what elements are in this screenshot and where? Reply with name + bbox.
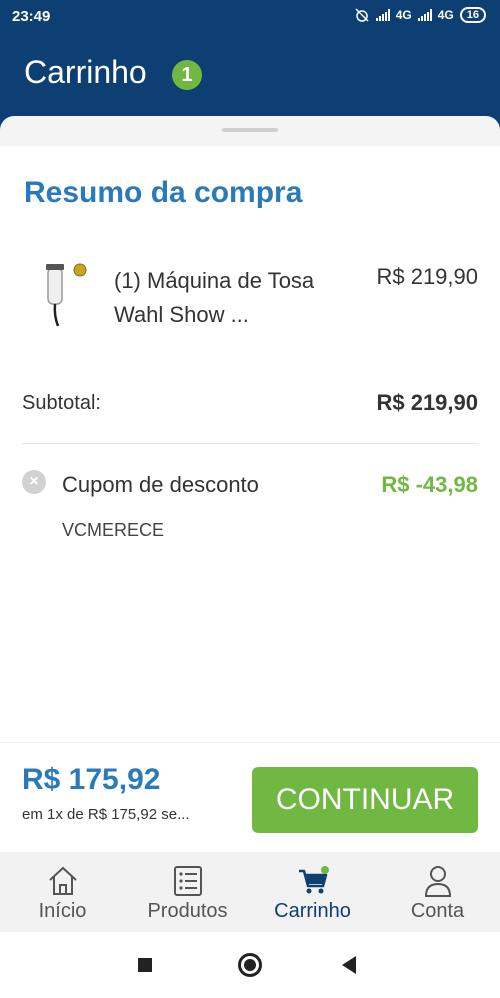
system-nav-bar [0,932,500,998]
drag-handle[interactable] [222,128,278,132]
battery-icon: 16 [459,7,486,23]
nav-item-inicio[interactable]: Início [0,852,125,932]
nav-label-carrinho: Carrinho [274,900,351,922]
remove-coupon-icon[interactable]: × [22,470,46,494]
nav-label-produtos: Produtos [147,900,228,922]
cart-icon [298,866,329,894]
cart-count-badge: 1 [172,60,202,90]
home-button-icon[interactable] [238,953,262,977]
bottom-nav: Início Produtos Carrinho Conta [0,852,500,932]
recents-icon[interactable] [138,958,152,972]
nav-item-conta[interactable]: Conta [375,852,500,932]
product-price: R$ 219,90 [376,264,478,289]
app-bar: Carrinho 1 [0,34,500,112]
network-label-1: 4G [395,8,412,22]
nav-item-produtos[interactable]: Produtos [125,852,250,932]
signal-icon [375,9,390,21]
coupon-label: Cupom de desconto [62,472,259,497]
sheet-header [0,112,500,156]
subtotal-row: Subtotal: R$ 219,90 [22,386,478,426]
status-bar: 23:49 4G 4G 16 [0,0,500,34]
coupon-discount-value: R$ -43,98 [381,472,478,497]
nav-item-carrinho[interactable]: Carrinho [250,852,375,932]
product-image [46,263,87,327]
page-title: Carrinho [24,54,147,90]
coupon-code: VCMERECE [62,520,165,540]
back-icon[interactable] [342,956,356,974]
home-icon [48,866,77,895]
product-name: (1) Máquina de Tosa Wahl Show ... [114,268,315,327]
installments-text: em 1x de R$ 175,92 se... [22,806,190,823]
nav-label-inicio: Início [38,900,87,922]
continue-button[interactable]: CONTINUAR [252,767,478,833]
user-icon [424,866,451,897]
coupon-row: × Cupom de desconto R$ -43,98 VCMERECE [22,466,478,546]
alarm-off-icon [355,8,369,22]
subtotal-label: Subtotal: [22,392,101,414]
divider [22,443,478,444]
purchase-summary: Resumo da compra (1) Máquina de Tosa Wah… [0,146,500,742]
signal-icon [417,9,432,21]
status-time: 23:49 [12,8,51,25]
list-icon [173,866,202,896]
total-value: R$ 175,92 [22,763,161,796]
checkout-footer: R$ 175,92 em 1x de R$ 175,92 se... CONTI… [0,742,500,852]
summary-title: Resumo da compra [24,176,303,209]
subtotal-value: R$ 219,90 [376,390,478,415]
cart-item[interactable]: (1) Máquina de Tosa Wahl Show ... R$ 219… [0,256,500,346]
nav-label-conta: Conta [410,900,465,922]
status-icons: 4G 4G 16 [354,7,486,23]
network-label-2: 4G [437,8,454,22]
